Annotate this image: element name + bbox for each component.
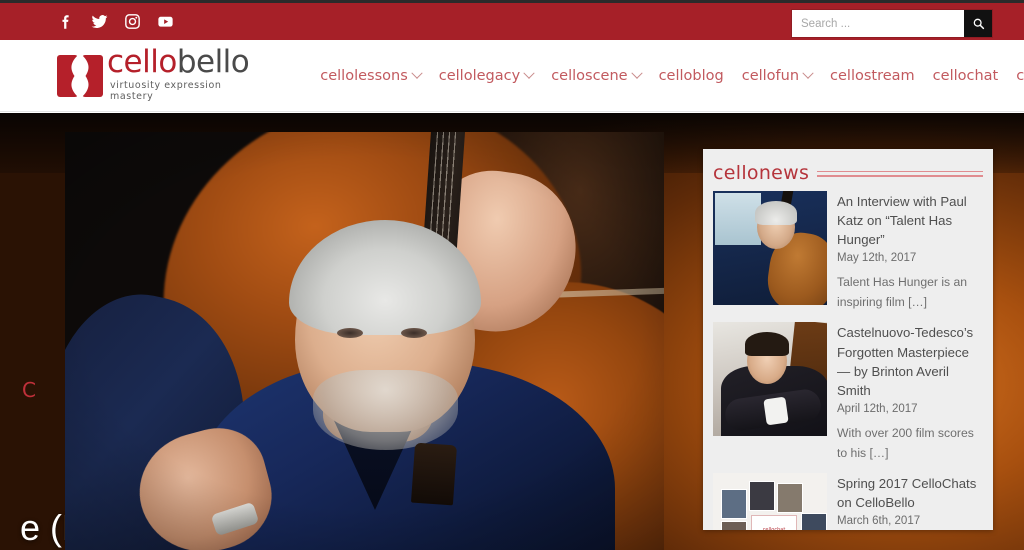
news-item-date: March 6th, 2017 xyxy=(837,515,921,528)
photo-vignette xyxy=(65,132,664,550)
news-item-date: May 12th, 2017 xyxy=(837,252,917,265)
logo-word-bello: bello xyxy=(176,44,250,80)
news-item-body: An Interview with Paul Katz on “Talent H… xyxy=(837,191,983,312)
nav-label: cellochat xyxy=(932,67,999,84)
logo-wordmark: cellobello xyxy=(107,44,250,80)
news-item[interactable]: An Interview with Paul Katz on “Talent H… xyxy=(713,191,983,312)
nav-item-celloscene[interactable]: celloscene xyxy=(542,64,649,88)
nav-label: cellotube xyxy=(1016,67,1024,84)
nav-label: cellolegacy xyxy=(438,67,521,84)
nav-label: cellolessons xyxy=(320,67,408,84)
chevron-down-icon xyxy=(630,67,643,79)
news-item-body: Castelnuovo-Tedesco’s Forgotten Masterpi… xyxy=(837,322,983,463)
search-input[interactable] xyxy=(792,10,964,37)
search-box[interactable] xyxy=(792,10,992,37)
slide-mini-logo: C xyxy=(22,378,36,402)
nav-label: celloblog xyxy=(658,67,724,84)
search-button[interactable] xyxy=(964,10,992,37)
youtube-icon[interactable] xyxy=(155,12,175,32)
news-item[interactable]: cellochat Spring 2017 CelloChats on Cell… xyxy=(713,473,983,530)
twitter-icon[interactable] xyxy=(89,12,109,32)
nav-item-cellostream[interactable]: cellostream xyxy=(821,64,924,88)
news-item-date: April 12th, 2017 xyxy=(837,403,918,416)
news-item-excerpt: With over 200 film scores to his […] xyxy=(837,426,974,460)
logo-tagline: virtuosity expression mastery xyxy=(110,80,222,102)
nav-item-cellochat[interactable]: cellochat xyxy=(924,64,1008,88)
page-root: cellobello virtuosity expression mastery… xyxy=(0,0,1024,550)
hero-slide-photo[interactable] xyxy=(65,132,664,550)
main-nav: cellolessons cellolegacy celloscene cell… xyxy=(311,64,1024,88)
nav-label: cellofun xyxy=(741,67,800,84)
top-utility-bar xyxy=(0,0,1024,40)
news-item[interactable]: Castelnuovo-Tedesco’s Forgotten Masterpi… xyxy=(713,322,983,463)
facebook-icon[interactable] xyxy=(56,12,76,32)
site-header: cellobello virtuosity expression mastery… xyxy=(0,40,1024,112)
nav-label: celloscene xyxy=(551,67,628,84)
nav-item-celloblog[interactable]: celloblog xyxy=(650,64,733,88)
news-thumbnail-brinton-smith[interactable] xyxy=(713,322,827,437)
instagram-icon[interactable] xyxy=(122,12,142,32)
news-thumbnail-cellochat-collage[interactable]: cellochat xyxy=(713,473,827,530)
nav-item-cellolegacy[interactable]: cellolegacy xyxy=(430,64,542,88)
nav-item-cellolessons[interactable]: cellolessons xyxy=(311,64,430,88)
logo-word-cello: cello xyxy=(107,44,177,80)
cellonews-title: cellonews xyxy=(713,162,810,184)
nav-item-cellotube[interactable]: cellotube xyxy=(1007,64,1024,88)
cellonews-panel: cellonews An Interview with Paul Katz on… xyxy=(703,149,993,530)
chevron-down-icon xyxy=(802,67,814,79)
news-thumbnail-paul-katz[interactable] xyxy=(713,191,827,305)
cellonews-header: cellonews xyxy=(713,159,983,187)
nav-label: cellostream xyxy=(830,67,915,84)
chevron-down-icon xyxy=(523,67,535,79)
cellobello-logo-mark xyxy=(57,53,103,99)
social-links xyxy=(56,12,175,32)
chevron-down-icon xyxy=(411,67,423,79)
site-logo[interactable]: cellobello virtuosity expression mastery xyxy=(57,44,250,104)
news-item-title[interactable]: An Interview with Paul Katz on “Talent H… xyxy=(837,192,983,249)
cellonews-rules xyxy=(817,168,983,180)
search-icon xyxy=(973,18,984,30)
news-item-title[interactable]: Spring 2017 CelloChats on CelloBello xyxy=(837,474,983,512)
news-item-title[interactable]: Castelnuovo-Tedesco’s Forgotten Masterpi… xyxy=(837,323,983,400)
news-item-body: Spring 2017 CelloChats on CelloBello Mar… xyxy=(837,473,983,530)
news-item-excerpt: Talent Has Hunger is an inspiring film [… xyxy=(837,275,968,309)
nav-item-cellofun[interactable]: cellofun xyxy=(733,64,821,88)
